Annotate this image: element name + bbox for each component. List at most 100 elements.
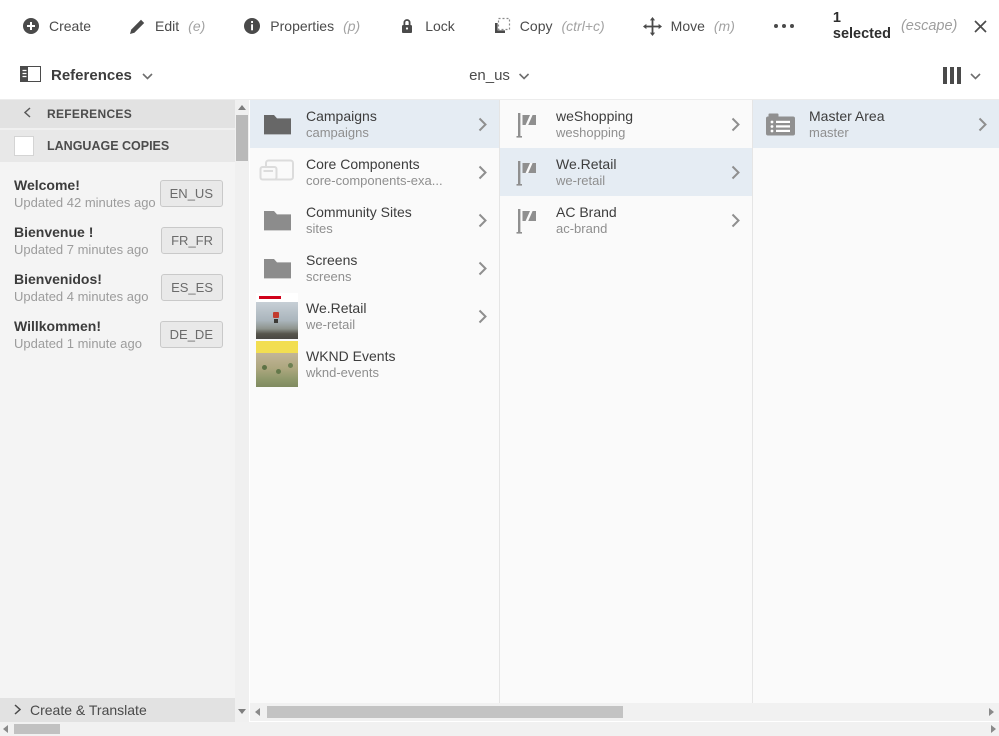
plus-circle-icon — [22, 17, 40, 35]
scroll-left-arrow-icon[interactable] — [255, 708, 260, 716]
rail-label: References — [51, 67, 132, 84]
chevron-down-icon — [970, 67, 981, 85]
item-title: WKND Events — [306, 348, 396, 364]
language-code-badge: DE_DE — [159, 321, 223, 348]
edit-button[interactable]: Edit (e) — [129, 18, 205, 35]
components-icon — [256, 151, 298, 193]
content-item-row[interactable]: weShopping weshopping — [500, 100, 752, 148]
content-item-row[interactable]: Core Components core-components-exa... — [250, 148, 499, 196]
breadcrumb[interactable]: en_us — [469, 67, 530, 84]
content-item-row[interactable]: WKND Events wknd-events — [250, 340, 499, 388]
sidebar-scrollbar[interactable] — [235, 100, 249, 722]
language-code-badge: EN_US — [159, 180, 223, 207]
move-button[interactable]: Move (m) — [642, 16, 735, 36]
content-item-row[interactable]: We.Retail we-retail — [500, 148, 752, 196]
chevron-right-icon[interactable] — [978, 117, 987, 132]
chevron-right-icon[interactable] — [478, 213, 487, 228]
scrollbar-thumb[interactable] — [236, 115, 248, 161]
language-copy-updated: Updated 42 minutes ago — [14, 195, 156, 210]
scroll-right-arrow-icon[interactable] — [989, 708, 994, 716]
language-copy-item[interactable]: Willkommen! Updated 1 minute ago DE_DE — [14, 311, 223, 358]
content-item-row[interactable]: We.Retail we-retail — [250, 292, 499, 340]
scroll-down-arrow-icon[interactable] — [238, 709, 246, 714]
language-copy-item[interactable]: Bienvenue ! Updated 7 minutes ago FR_FR — [14, 217, 223, 264]
language-code-badge: ES_ES — [161, 274, 223, 301]
item-title: Screens — [306, 252, 358, 268]
rail-panel-icon — [20, 65, 41, 86]
chevron-right-icon — [14, 702, 22, 718]
column-2: weShopping weshopping We.Retail we-retai… — [500, 100, 753, 703]
escape-hint: (escape) — [900, 18, 958, 34]
content-item-row[interactable]: Community Sites sites — [250, 196, 499, 244]
item-path: campaigns — [306, 125, 369, 140]
language-copy-title: Bienvenue ! — [14, 224, 94, 240]
item-title: We.Retail — [306, 300, 367, 316]
chevron-right-icon[interactable] — [478, 165, 487, 180]
language-copy-title: Willkommen! — [14, 318, 101, 334]
chevron-right-icon[interactable] — [478, 309, 487, 324]
language-copy-title: Welcome! — [14, 177, 80, 193]
scroll-up-arrow-icon[interactable] — [238, 105, 246, 110]
content-item-row[interactable]: AC Brand ac-brand — [500, 196, 752, 244]
copy-button[interactable]: Copy (ctrl+c) — [493, 17, 605, 35]
more-actions-button[interactable] — [773, 23, 795, 29]
create-button[interactable]: Create — [22, 17, 91, 35]
chevron-right-icon[interactable] — [478, 117, 487, 132]
column-view-icon — [943, 67, 961, 84]
chevron-right-icon[interactable] — [731, 213, 740, 228]
item-path: master — [809, 125, 849, 140]
item-path: ac-brand — [556, 221, 608, 236]
language-copy-item[interactable]: Welcome! Updated 42 minutes ago EN_US — [14, 170, 223, 217]
flag-icon — [506, 199, 548, 241]
close-selection-button[interactable] — [973, 19, 988, 34]
column-3: Master Area master — [753, 100, 999, 703]
page-horizontal-scrollbar[interactable] — [0, 722, 999, 736]
item-path: we-retail — [556, 173, 606, 188]
copy-icon — [493, 17, 511, 35]
selection-count: 1 selected — [832, 10, 891, 42]
action-toolbar: Create Edit (e) Properties (p) Lock Copy… — [0, 0, 999, 52]
references-panel-header: REFERENCES — [0, 100, 235, 130]
chevron-right-icon[interactable] — [478, 261, 487, 276]
view-switcher[interactable] — [943, 67, 981, 85]
chevron-left-icon[interactable] — [23, 107, 31, 121]
references-rail-toggle[interactable]: References — [20, 65, 153, 86]
scroll-left-arrow-icon[interactable] — [3, 725, 8, 733]
navigation-bar: References en_us — [0, 52, 999, 100]
chevron-down-icon — [519, 67, 530, 84]
content-item-row[interactable]: Campaigns campaigns — [250, 100, 499, 148]
create-translate-accordion[interactable]: Create & Translate — [0, 698, 235, 722]
scrollbar-thumb[interactable] — [267, 706, 623, 718]
item-title: weShopping — [556, 108, 634, 124]
language-code-badge: FR_FR — [161, 227, 223, 254]
create-translate-label: Create & Translate — [30, 702, 147, 718]
language-copy-item[interactable]: Bienvenidos! Updated 4 minutes ago ES_ES — [14, 264, 223, 311]
flag-icon — [506, 103, 548, 145]
weretail-thumbnail — [256, 293, 298, 339]
move-icon — [642, 16, 662, 36]
content-horizontal-scrollbar[interactable] — [250, 703, 999, 721]
ellipsis-icon — [773, 23, 795, 29]
info-circle-icon — [243, 17, 261, 35]
language-copy-updated: Updated 1 minute ago — [14, 336, 142, 351]
content-item-row[interactable]: Screens screens — [250, 244, 499, 292]
item-path: wknd-events — [306, 365, 379, 380]
item-title: Campaigns — [306, 108, 377, 124]
chevron-right-icon[interactable] — [731, 165, 740, 180]
scroll-right-arrow-icon[interactable] — [991, 725, 996, 733]
item-title: AC Brand — [556, 204, 617, 220]
item-title: Core Components — [306, 156, 420, 172]
pencil-icon — [129, 18, 146, 35]
language-copies-checkbox[interactable] — [14, 136, 34, 156]
item-title: We.Retail — [556, 156, 617, 172]
breadcrumb-label: en_us — [469, 67, 510, 84]
folder-dark-icon — [256, 103, 298, 145]
chevron-down-icon — [142, 67, 153, 84]
properties-button[interactable]: Properties (p) — [243, 17, 360, 35]
scrollbar-thumb[interactable] — [14, 724, 60, 734]
content-item-row[interactable]: Master Area master — [753, 100, 999, 148]
lock-button[interactable]: Lock — [398, 17, 455, 35]
chevron-right-icon[interactable] — [731, 117, 740, 132]
language-copy-title: Bienvenidos! — [14, 271, 102, 287]
wknd-thumbnail — [256, 341, 298, 387]
